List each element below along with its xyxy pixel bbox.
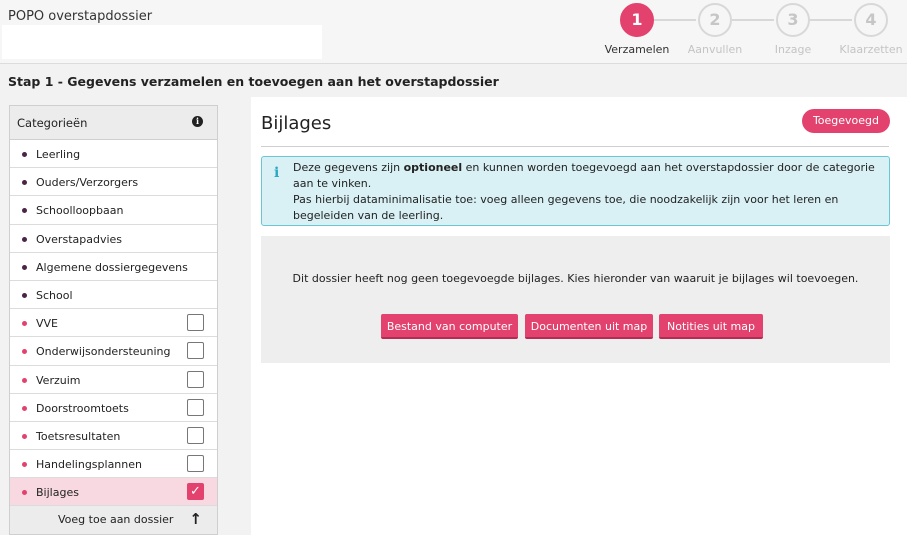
sidebar-item-onderwijsondersteuning[interactable]: Onderwijsondersteuning bbox=[10, 337, 217, 366]
bullet-icon bbox=[22, 236, 27, 242]
category-checkbox[interactable] bbox=[187, 342, 204, 360]
bullet-icon bbox=[22, 433, 27, 439]
step-verzamelen[interactable]: 1 Verzamelen bbox=[602, 3, 672, 56]
bullet-icon bbox=[22, 264, 27, 270]
bullet-icon bbox=[22, 462, 27, 468]
bullet-icon bbox=[22, 490, 27, 496]
sidebar-item-verzuim[interactable]: Verzuim bbox=[10, 365, 217, 394]
optional-emphasis: optioneel bbox=[403, 161, 463, 174]
bullet-icon bbox=[22, 208, 27, 214]
info-icon[interactable]: i bbox=[192, 116, 203, 127]
attachments-empty-state: Dit dossier heeft nog geen toegevoegde b… bbox=[261, 236, 890, 363]
sidebar-item-label: Algemene dossiergegevens bbox=[36, 260, 188, 274]
documents-from-folder-button[interactable]: Documenten uit map bbox=[525, 314, 653, 339]
added-status-button[interactable]: Toegevoegd bbox=[802, 109, 890, 133]
sidebar-item-label: School bbox=[36, 288, 73, 302]
step-number: 3 bbox=[776, 3, 810, 37]
step-aanvullen[interactable]: 2 Aanvullen bbox=[680, 3, 750, 56]
add-to-dossier-label: Voeg toe aan dossier bbox=[58, 513, 174, 527]
category-checkbox[interactable] bbox=[187, 455, 204, 473]
checkmark-icon[interactable]: ✓ bbox=[187, 483, 204, 501]
app-title: POPO overstapdossier bbox=[8, 9, 153, 24]
bullet-icon bbox=[22, 180, 27, 186]
step-number: 2 bbox=[698, 3, 732, 37]
bullet-icon bbox=[22, 405, 27, 411]
step-label: Klaarzetten bbox=[839, 43, 903, 56]
header-blank-area bbox=[2, 25, 322, 59]
category-checkbox[interactable] bbox=[187, 398, 204, 416]
sidebar-item-label: Toetsresultaten bbox=[36, 429, 121, 443]
sidebar-item-label: Schoolloopbaan bbox=[36, 204, 124, 218]
sidebar-item-ouders-verzorgers[interactable]: Ouders/Verzorgers bbox=[10, 168, 217, 197]
sidebar-item-overstapadvies[interactable]: Overstapadvies bbox=[10, 224, 217, 253]
notes-from-folder-button[interactable]: Notities uit map bbox=[659, 314, 763, 339]
sidebar-item-label: Handelingsplannen bbox=[36, 458, 142, 472]
sidebar-item-label: Bijlages bbox=[36, 486, 79, 500]
sidebar-item-school[interactable]: School bbox=[10, 280, 217, 310]
file-from-computer-button[interactable]: Bestand van computer bbox=[381, 314, 518, 339]
bullet-icon bbox=[22, 152, 27, 157]
sidebar-item-toetsresultaten[interactable]: Toetsresultaten bbox=[10, 421, 217, 451]
sidebar-item-label: VVE bbox=[36, 317, 58, 331]
info-text-line2: Pas hierbij dataminimalisatie toe: voeg … bbox=[293, 193, 839, 222]
sidebar-item-bijlages[interactable]: Bijlages ✓ bbox=[10, 478, 217, 507]
bullet-icon bbox=[22, 321, 27, 327]
sidebar-item-algemene-dossiergegevens[interactable]: Algemene dossiergegevens bbox=[10, 252, 217, 281]
sidebar-header-label: Categorieën bbox=[17, 116, 88, 130]
sidebar-header: Categorieën i bbox=[10, 106, 217, 140]
main-panel: Bijlages Toegevoegd i Deze gegevens zijn… bbox=[251, 97, 907, 535]
sidebar-item-vve[interactable]: VVE bbox=[10, 309, 217, 338]
sidebar-item-label: Leerling bbox=[36, 148, 81, 161]
info-text-line1: Deze gegevens zijn optioneel en kunnen w… bbox=[293, 161, 875, 190]
app-header: POPO overstapdossier 1 Verzamelen 2 Aanv… bbox=[0, 0, 907, 64]
category-checkbox[interactable] bbox=[187, 370, 204, 388]
step-label: Aanvullen bbox=[687, 43, 743, 56]
page-heading: Stap 1 - Gegevens verzamelen en toevoege… bbox=[8, 74, 499, 89]
category-sidebar: Categorieën i Leerling Ouders/Verzorgers… bbox=[9, 105, 218, 535]
sidebar-item-handelingsplannen[interactable]: Handelingsplannen bbox=[10, 450, 217, 479]
sidebar-item-leerling[interactable]: Leerling bbox=[10, 140, 217, 169]
divider bbox=[261, 146, 889, 147]
sidebar-item-doorstroomtoets[interactable]: Doorstroomtoets bbox=[10, 393, 217, 422]
empty-message: Dit dossier heeft nog geen toegevoegde b… bbox=[292, 272, 859, 285]
info-icon: i bbox=[274, 165, 280, 181]
sidebar-item-label: Verzuim bbox=[36, 373, 81, 387]
step-label: Verzamelen bbox=[604, 43, 670, 56]
bullet-icon bbox=[22, 349, 27, 355]
sidebar-item-label: Doorstroomtoets bbox=[36, 401, 129, 415]
step-klaarzetten[interactable]: 4 Klaarzetten bbox=[836, 3, 906, 56]
step-inzage[interactable]: 3 Inzage bbox=[758, 3, 828, 56]
sidebar-item-label: Ouders/Verzorgers bbox=[36, 176, 139, 190]
step-number: 4 bbox=[854, 3, 888, 37]
panel-title: Bijlages bbox=[261, 113, 332, 134]
info-notice: i Deze gegevens zijn optioneel en kunnen… bbox=[261, 156, 890, 226]
sidebar-item-schoolloopbaan[interactable]: Schoolloopbaan bbox=[10, 196, 217, 225]
category-checkbox[interactable] bbox=[187, 426, 204, 444]
sidebar-item-label: Onderwijsondersteuning bbox=[36, 345, 171, 359]
step-label: Inzage bbox=[774, 43, 812, 56]
bullet-icon bbox=[22, 377, 27, 383]
step-number: 1 bbox=[620, 3, 654, 37]
bullet-icon bbox=[22, 292, 27, 298]
arrow-up-icon: ↑ bbox=[189, 510, 202, 529]
add-to-dossier-button[interactable]: Voeg toe aan dossier ↑ bbox=[10, 506, 217, 535]
category-checkbox[interactable] bbox=[187, 314, 204, 332]
sidebar-item-label: Overstapadvies bbox=[36, 232, 123, 246]
